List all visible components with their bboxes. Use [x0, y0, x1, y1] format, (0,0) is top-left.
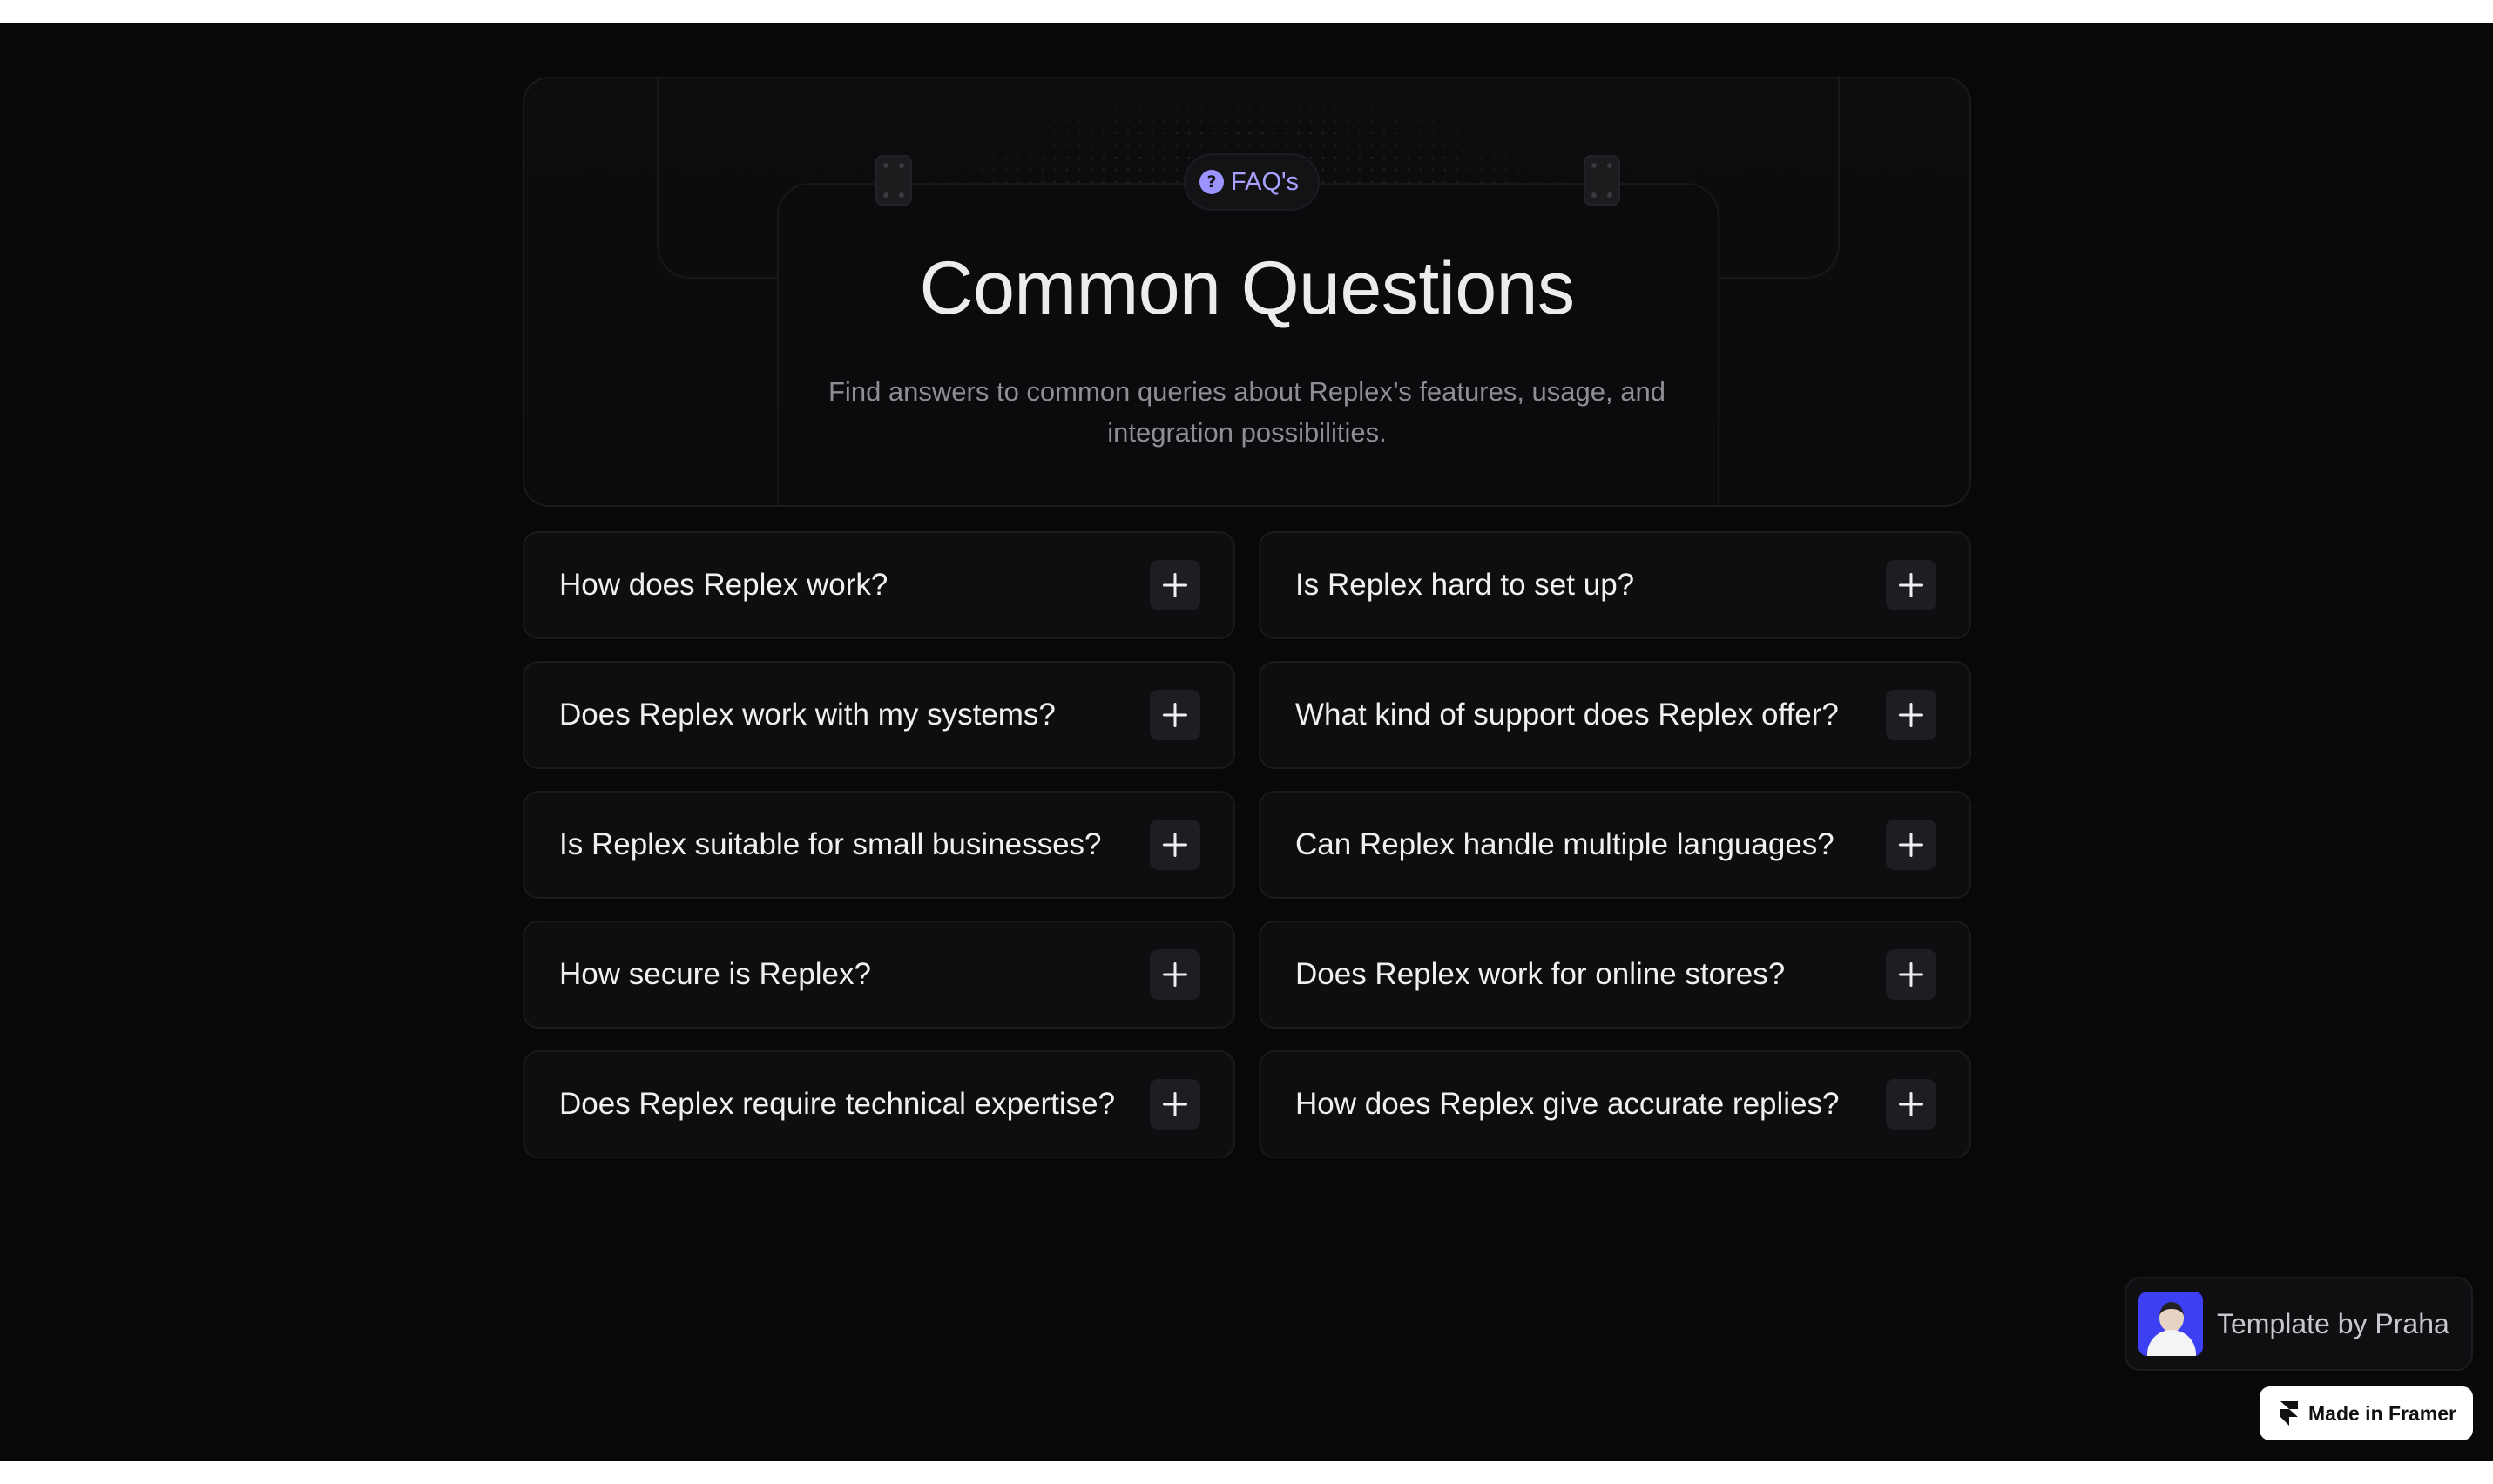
faq-question: How does Replex give accurate replies?: [1295, 1087, 1840, 1121]
faq-question: Does Replex require technical expertise?: [559, 1087, 1116, 1121]
faq-question: How secure is Replex?: [559, 957, 871, 991]
plus-icon[interactable]: [1150, 690, 1200, 740]
faq-list: How does Replex work? Is Replex hard to …: [523, 531, 1971, 1158]
page-subtitle: Find answers to common queries about Rep…: [828, 376, 1665, 448]
plus-icon[interactable]: [1886, 949, 1936, 1000]
faq-question: Does Replex work for online stores?: [1295, 957, 1786, 991]
faq-item[interactable]: What kind of support does Replex offer?: [1259, 661, 1971, 769]
plus-icon[interactable]: [1150, 560, 1200, 610]
avatar-body: [2147, 1330, 2196, 1356]
faq-question: Is Replex hard to set up?: [1295, 568, 1635, 602]
faq-item[interactable]: Does Replex require technical expertise?: [523, 1050, 1235, 1158]
plus-icon[interactable]: [1150, 820, 1200, 870]
template-author-badge[interactable]: Template by Praha: [2125, 1277, 2473, 1371]
question-circle-icon: ?: [1199, 170, 1224, 194]
faq-hero-card: ? FAQ's Common Questions Find answers to…: [523, 77, 1971, 507]
plus-icon[interactable]: [1150, 949, 1200, 1000]
faq-section-badge: ? FAQ's: [1184, 153, 1321, 211]
faq-item[interactable]: How does Replex work?: [523, 531, 1235, 639]
faq-item[interactable]: Can Replex handle multiple languages?: [1259, 791, 1971, 899]
avatar-head: [2159, 1302, 2184, 1332]
decorative-frame-inner: [777, 183, 1719, 505]
page-viewport: ? FAQ's Common Questions Find answers to…: [0, 23, 2493, 1461]
faq-badge-label: FAQ's: [1231, 167, 1300, 196]
decorative-clip-right: [1584, 155, 1620, 206]
avatar: [2138, 1292, 2203, 1356]
plus-icon[interactable]: [1886, 560, 1936, 610]
faq-item[interactable]: Does Replex work with my systems?: [523, 661, 1235, 769]
faq-question: Is Replex suitable for small businesses?: [559, 827, 1102, 861]
faq-item[interactable]: How does Replex give accurate replies?: [1259, 1050, 1971, 1158]
page-title: Common Questions: [919, 246, 1575, 330]
faq-item[interactable]: Is Replex suitable for small businesses?: [523, 791, 1235, 899]
faq-question: What kind of support does Replex offer?: [1295, 698, 1839, 732]
faq-item[interactable]: How secure is Replex?: [523, 921, 1235, 1029]
faq-question: Does Replex work with my systems?: [559, 698, 1056, 732]
faq-question: Can Replex handle multiple languages?: [1295, 827, 1834, 861]
faq-item[interactable]: Is Replex hard to set up?: [1259, 531, 1971, 639]
framer-logo-icon: [2280, 1401, 2298, 1426]
faq-item[interactable]: Does Replex work for online stores?: [1259, 921, 1971, 1029]
made-in-framer-label: Made in Framer: [2308, 1401, 2456, 1425]
decorative-clip-left: [875, 155, 912, 206]
faq-question: How does Replex work?: [559, 568, 888, 602]
template-author-label: Template by Praha: [2217, 1307, 2449, 1339]
plus-icon[interactable]: [1886, 1079, 1936, 1130]
plus-icon[interactable]: [1886, 820, 1936, 870]
made-in-framer-button[interactable]: Made in Framer: [2260, 1386, 2473, 1440]
plus-icon[interactable]: [1150, 1079, 1200, 1130]
plus-icon[interactable]: [1886, 690, 1936, 740]
